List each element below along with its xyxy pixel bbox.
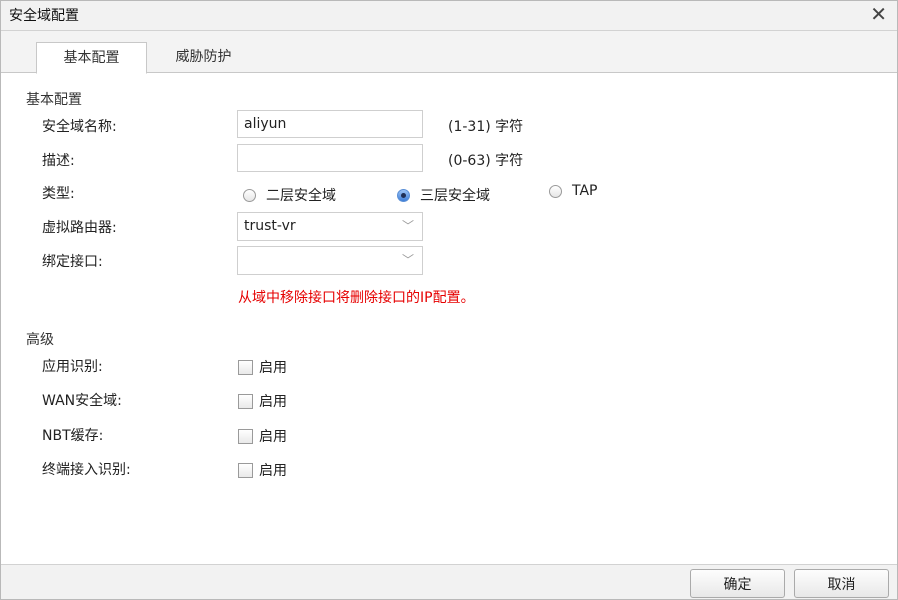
radio-tap-label: TAP: [572, 183, 598, 199]
ok-button[interactable]: 确定: [690, 569, 785, 598]
tab-bar: 基本配置 威胁防护: [1, 31, 897, 74]
interface-warning-text: 从域中移除接口将删除接口的IP配置。: [238, 290, 475, 306]
app-identify-enable-checkbox[interactable]: 启用: [238, 357, 287, 377]
description-hint: (0-63) 字符: [448, 153, 524, 169]
virtual-router-label: 虚拟路由器:: [42, 220, 117, 236]
bind-interface-label: 绑定接口:: [42, 254, 103, 270]
zone-name-hint: (1-31) 字符: [448, 119, 524, 135]
type-label: 类型:: [42, 186, 75, 202]
wan-zone-enable-label: 启用: [259, 394, 287, 410]
close-icon[interactable]: ✕: [870, 3, 887, 25]
section-title-basic: 基本配置: [26, 92, 82, 108]
checkbox-icon[interactable]: [238, 393, 253, 409]
tab-basic-config[interactable]: 基本配置: [36, 42, 147, 74]
bind-interface-select[interactable]: ﹀: [237, 246, 423, 275]
virtual-router-select[interactable]: trust-vr ﹀: [237, 212, 423, 241]
virtual-router-value: trust-vr: [244, 218, 296, 234]
nbt-cache-label: NBT缓存:: [42, 428, 104, 444]
section-title-advanced: 高级: [26, 332, 54, 348]
wan-zone-label: WAN安全域:: [42, 393, 122, 409]
checkbox-icon[interactable]: [238, 359, 253, 375]
cancel-button[interactable]: 取消: [794, 569, 889, 598]
app-identify-label: 应用识别:: [42, 359, 103, 375]
endpoint-identify-label: 终端接入识别:: [42, 462, 131, 478]
radio-layer3-label: 三层安全域: [420, 188, 490, 204]
chevron-down-icon: ﹀: [401, 253, 414, 267]
chevron-down-icon: ﹀: [401, 219, 414, 233]
radio-layer3-zone[interactable]: 三层安全域: [397, 185, 490, 205]
radio-tap[interactable]: TAP: [549, 183, 597, 199]
description-input[interactable]: [237, 144, 423, 172]
description-label: 描述:: [42, 153, 75, 169]
dialog-titlebar: 安全域配置 ✕: [1, 1, 897, 31]
endpoint-identify-enable-label: 启用: [259, 463, 287, 479]
wan-zone-enable-checkbox[interactable]: 启用: [238, 391, 287, 411]
radio-button-icon[interactable]: [243, 188, 256, 202]
checkbox-icon[interactable]: [238, 462, 253, 478]
zone-name-label: 安全域名称:: [42, 119, 117, 135]
security-zone-dialog: 安全域配置 ✕ 基本配置 威胁防护 基本配置 安全域名称: (1-31) 字符 …: [0, 0, 898, 600]
radio-button-selected-icon[interactable]: [397, 188, 410, 202]
checkbox-icon[interactable]: [238, 428, 253, 444]
radio-layer2-label: 二层安全域: [266, 188, 336, 204]
tab-threat-protection[interactable]: 威胁防护: [151, 42, 256, 73]
nbt-cache-enable-label: 启用: [259, 429, 287, 445]
radio-button-icon[interactable]: [549, 184, 562, 198]
app-identify-enable-label: 启用: [259, 360, 287, 376]
dialog-title: 安全域配置: [9, 8, 79, 24]
nbt-cache-enable-checkbox[interactable]: 启用: [238, 426, 287, 446]
endpoint-identify-enable-checkbox[interactable]: 启用: [238, 460, 287, 480]
zone-name-input[interactable]: [237, 110, 423, 138]
radio-layer2-zone[interactable]: 二层安全域: [243, 185, 336, 205]
